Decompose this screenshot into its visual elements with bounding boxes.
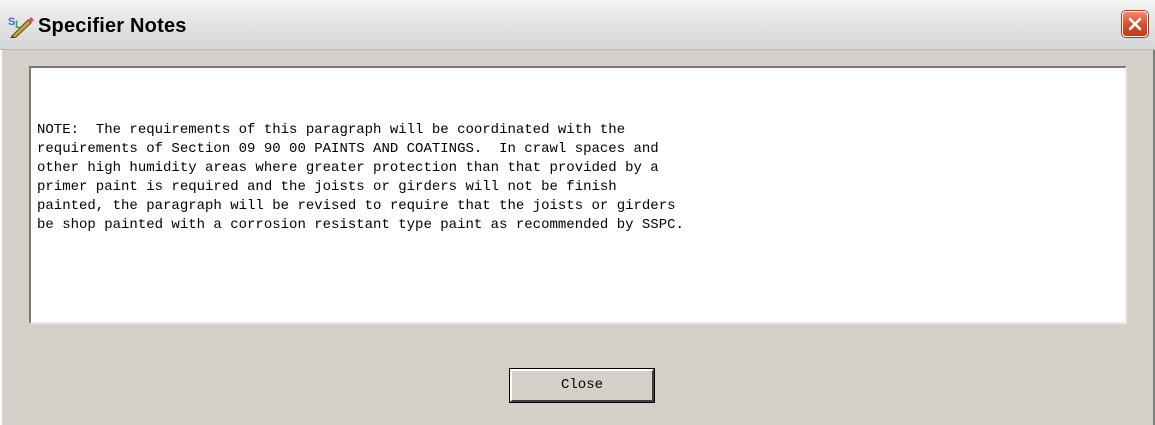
notes-line: requirements of Section 09 90 00 PAINTS … (37, 141, 659, 157)
title-bar[interactable]: S L Specifier Notes (0, 0, 1155, 50)
notes-line: other high humidity areas where greater … (37, 160, 659, 176)
close-window-button[interactable] (1122, 11, 1148, 37)
close-icon (1128, 17, 1142, 31)
notes-line: primer paint is required and the joists … (37, 179, 617, 195)
specifier-notes-dialog: S L Specifier Notes NOTE: The requiremen… (0, 0, 1155, 425)
sl-app-icon: S L (8, 14, 34, 39)
window-title: Specifier Notes (38, 15, 187, 37)
window-frame-left (0, 50, 10, 425)
notes-text-area[interactable]: NOTE: The requirements of this paragraph… (29, 66, 1127, 324)
notes-line: painted, the paragraph will be revised t… (37, 198, 676, 214)
notes-line: be shop painted with a corrosion resista… (37, 217, 684, 233)
notes-line: NOTE: The requirements of this paragraph… (37, 122, 626, 138)
close-button[interactable]: Close (509, 368, 655, 403)
window-frame-right (1146, 50, 1155, 425)
